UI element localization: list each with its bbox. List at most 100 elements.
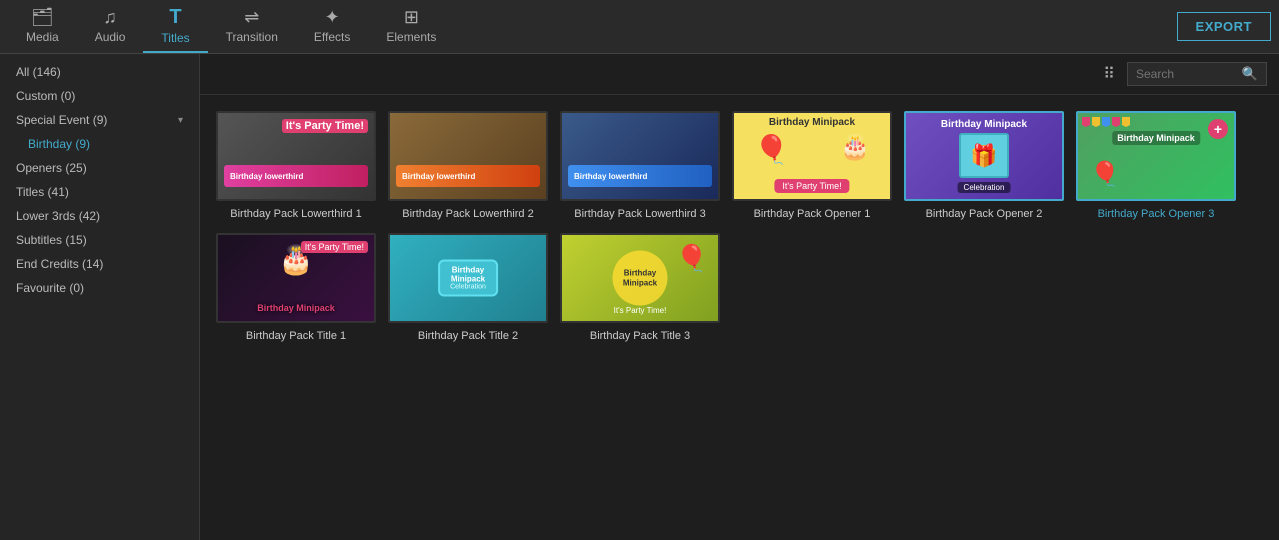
- sidebar: All (146) Custom (0) Special Event (9) ▾…: [0, 54, 200, 540]
- flag-2: [1092, 117, 1100, 127]
- balloon-icon-yg: 🎈: [676, 243, 708, 274]
- lowerthird-bar: Birthday lowerthird: [396, 165, 540, 187]
- search-icon: 🔍: [1242, 66, 1258, 82]
- sidebar-item-end-credits[interactable]: End Credits (14): [0, 252, 199, 276]
- thumb-bg: Birthday lowerthird: [562, 113, 718, 199]
- nav-titles[interactable]: T Titles: [143, 0, 207, 53]
- opener-badge: It's Party Time!: [774, 179, 849, 193]
- nav-effects-label: Effects: [314, 30, 350, 44]
- item-label-opener-2: Birthday Pack Opener 2: [926, 207, 1043, 221]
- grid-item-opener-2[interactable]: Birthday Minipack 🎁 Celebration Birthday…: [904, 111, 1064, 221]
- opener-text: Birthday Minipack: [769, 117, 855, 128]
- balloon-icon: 🎈: [754, 133, 789, 166]
- flag-3: [1102, 117, 1110, 127]
- sidebar-item-favourite[interactable]: Favourite (0): [0, 276, 199, 300]
- thumb-bg: Birthday Minipack 🎁 Celebration: [906, 113, 1062, 199]
- thumbnail-lowerthird-2: Birthday lowerthird: [388, 111, 548, 201]
- grid-item-opener-3[interactable]: Birthday Minipack 🎈 + Birthday Pack Open…: [1076, 111, 1236, 221]
- sidebar-item-custom[interactable]: Custom (0): [0, 84, 199, 108]
- sidebar-item-special-event[interactable]: Special Event (9) ▾: [0, 108, 199, 132]
- grid-item-title-3[interactable]: 🎈 BirthdayMinipack It's Party Time! Birt…: [560, 233, 720, 343]
- title-badge-2: Birthday Minipack Celebration: [438, 260, 498, 297]
- sidebar-item-subtitles[interactable]: Subtitles (15): [0, 228, 199, 252]
- item-label-title-1: Birthday Pack Title 1: [246, 329, 346, 343]
- item-label-title-3: Birthday Pack Title 3: [590, 329, 690, 343]
- item-label-lowerthird-2: Birthday Pack Lowerthird 2: [402, 207, 533, 221]
- thumbnail-title-2: Birthday Minipack Celebration: [388, 233, 548, 323]
- grid-item-lowerthird-2[interactable]: Birthday lowerthird Birthday Pack Lowert…: [388, 111, 548, 221]
- flag-1: [1082, 117, 1090, 127]
- nav-titles-label: Titles: [161, 31, 189, 45]
- nav-elements-label: Elements: [386, 30, 436, 44]
- nav-elements[interactable]: ⊞ Elements: [368, 1, 454, 52]
- thumb-bg: 🎂 Birthday Minipack It's Party Time!: [218, 235, 374, 321]
- grid-item-lowerthird-1[interactable]: It's Party Time! Birthday lowerthird Bir…: [216, 111, 376, 221]
- grid-item-lowerthird-3[interactable]: Birthday lowerthird Birthday Pack Lowert…: [560, 111, 720, 221]
- thumbnail-lowerthird-3: Birthday lowerthird: [560, 111, 720, 201]
- item-label-opener-1: Birthday Pack Opener 1: [754, 207, 871, 221]
- chevron-down-icon: ▾: [178, 115, 183, 126]
- thumbnail-opener-1: Birthday Minipack 🎈 🎂 It's Party Time!: [732, 111, 892, 201]
- grid-item-title-2[interactable]: Birthday Minipack Celebration Birthday P…: [388, 233, 548, 343]
- search-box: 🔍: [1127, 62, 1267, 86]
- effects-icon: ✦: [325, 7, 340, 28]
- media-icon: 🗂: [31, 7, 54, 28]
- top-navigation: 🗂 Media ♫ Audio T Titles ⇌ Transition ✦ …: [0, 0, 1279, 54]
- sidebar-item-titles[interactable]: Titles (41): [0, 180, 199, 204]
- thumb-bg: Birthday Minipack 🎈 +: [1078, 113, 1234, 199]
- thumb-bg: Birthday Minipack Celebration: [390, 235, 546, 321]
- celebration-badge: Celebration: [958, 182, 1011, 193]
- content-area: ⠿ 🔍 It's Party Time! Birthday lowerthird…: [200, 54, 1279, 540]
- thumbnail-title-1: 🎂 Birthday Minipack It's Party Time!: [216, 233, 376, 323]
- thumb-bg: It's Party Time! Birthday lowerthird: [218, 113, 374, 199]
- title-text-1: Birthday Minipack: [257, 303, 335, 313]
- sidebar-item-all[interactable]: All (146): [0, 60, 199, 84]
- plus-circle: +: [1208, 119, 1228, 139]
- circle-badge-3: BirthdayMinipack: [613, 251, 668, 306]
- audio-icon: ♫: [103, 7, 117, 28]
- party-text-3: It's Party Time!: [614, 306, 667, 315]
- transition-icon: ⇌: [244, 7, 259, 28]
- grid-view-button[interactable]: ⠿: [1099, 62, 1119, 86]
- lowerthird-bar: Birthday lowerthird: [224, 165, 368, 187]
- flag-4: [1112, 117, 1120, 127]
- nav-media[interactable]: 🗂 Media: [8, 1, 77, 52]
- party-badge: It's Party Time!: [282, 119, 368, 133]
- sidebar-item-lower-3rds[interactable]: Lower 3rds (42): [0, 204, 199, 228]
- sidebar-item-openers[interactable]: Openers (25): [0, 156, 199, 180]
- sidebar-item-birthday[interactable]: Birthday (9): [0, 132, 199, 156]
- balloon-icon-green: 🎈: [1090, 160, 1120, 189]
- thumbnail-lowerthird-1: It's Party Time! Birthday lowerthird: [216, 111, 376, 201]
- nav-transition-label: Transition: [226, 30, 278, 44]
- minipack-text: Birthday Minipack: [1112, 131, 1200, 145]
- sidebar-special-event-label: Special Event (9): [16, 113, 107, 127]
- nav-effects[interactable]: ✦ Effects: [296, 1, 368, 52]
- item-label-opener-3: Birthday Pack Opener 3: [1098, 207, 1215, 221]
- thumbnail-opener-2: Birthday Minipack 🎁 Celebration: [904, 111, 1064, 201]
- cake-icon: 🎂: [840, 133, 870, 162]
- lowerthird-bar: Birthday lowerthird: [568, 165, 712, 187]
- item-label-lowerthird-1: Birthday Pack Lowerthird 1: [230, 207, 361, 221]
- grid-item-title-1[interactable]: 🎂 Birthday Minipack It's Party Time! Bir…: [216, 233, 376, 343]
- titles-icon: T: [169, 6, 181, 29]
- grid-item-opener-1[interactable]: Birthday Minipack 🎈 🎂 It's Party Time! B…: [732, 111, 892, 221]
- nav-transition[interactable]: ⇌ Transition: [208, 1, 296, 52]
- thumbnail-title-3: 🎈 BirthdayMinipack It's Party Time!: [560, 233, 720, 323]
- item-label-title-2: Birthday Pack Title 2: [418, 329, 518, 343]
- thumbnail-opener-3: Birthday Minipack 🎈 +: [1076, 111, 1236, 201]
- item-label-lowerthird-3: Birthday Pack Lowerthird 3: [574, 207, 705, 221]
- opener-text: Birthday Minipack: [941, 119, 1027, 130]
- thumb-bg: Birthday lowerthird: [390, 113, 546, 199]
- thumb-bg: Birthday Minipack 🎈 🎂 It's Party Time!: [734, 113, 890, 199]
- elements-icon: ⊞: [404, 7, 419, 28]
- search-input[interactable]: [1136, 67, 1238, 81]
- thumb-bg: 🎈 BirthdayMinipack It's Party Time!: [562, 235, 718, 321]
- gift-icon: 🎁: [959, 133, 1009, 178]
- export-button[interactable]: EXPORT: [1177, 12, 1271, 41]
- flag-5: [1122, 117, 1130, 127]
- nav-audio-label: Audio: [95, 30, 126, 44]
- items-grid: It's Party Time! Birthday lowerthird Bir…: [200, 95, 1279, 360]
- main-body: All (146) Custom (0) Special Event (9) ▾…: [0, 54, 1279, 540]
- party-badge-title: It's Party Time!: [301, 241, 368, 253]
- nav-audio[interactable]: ♫ Audio: [77, 1, 144, 52]
